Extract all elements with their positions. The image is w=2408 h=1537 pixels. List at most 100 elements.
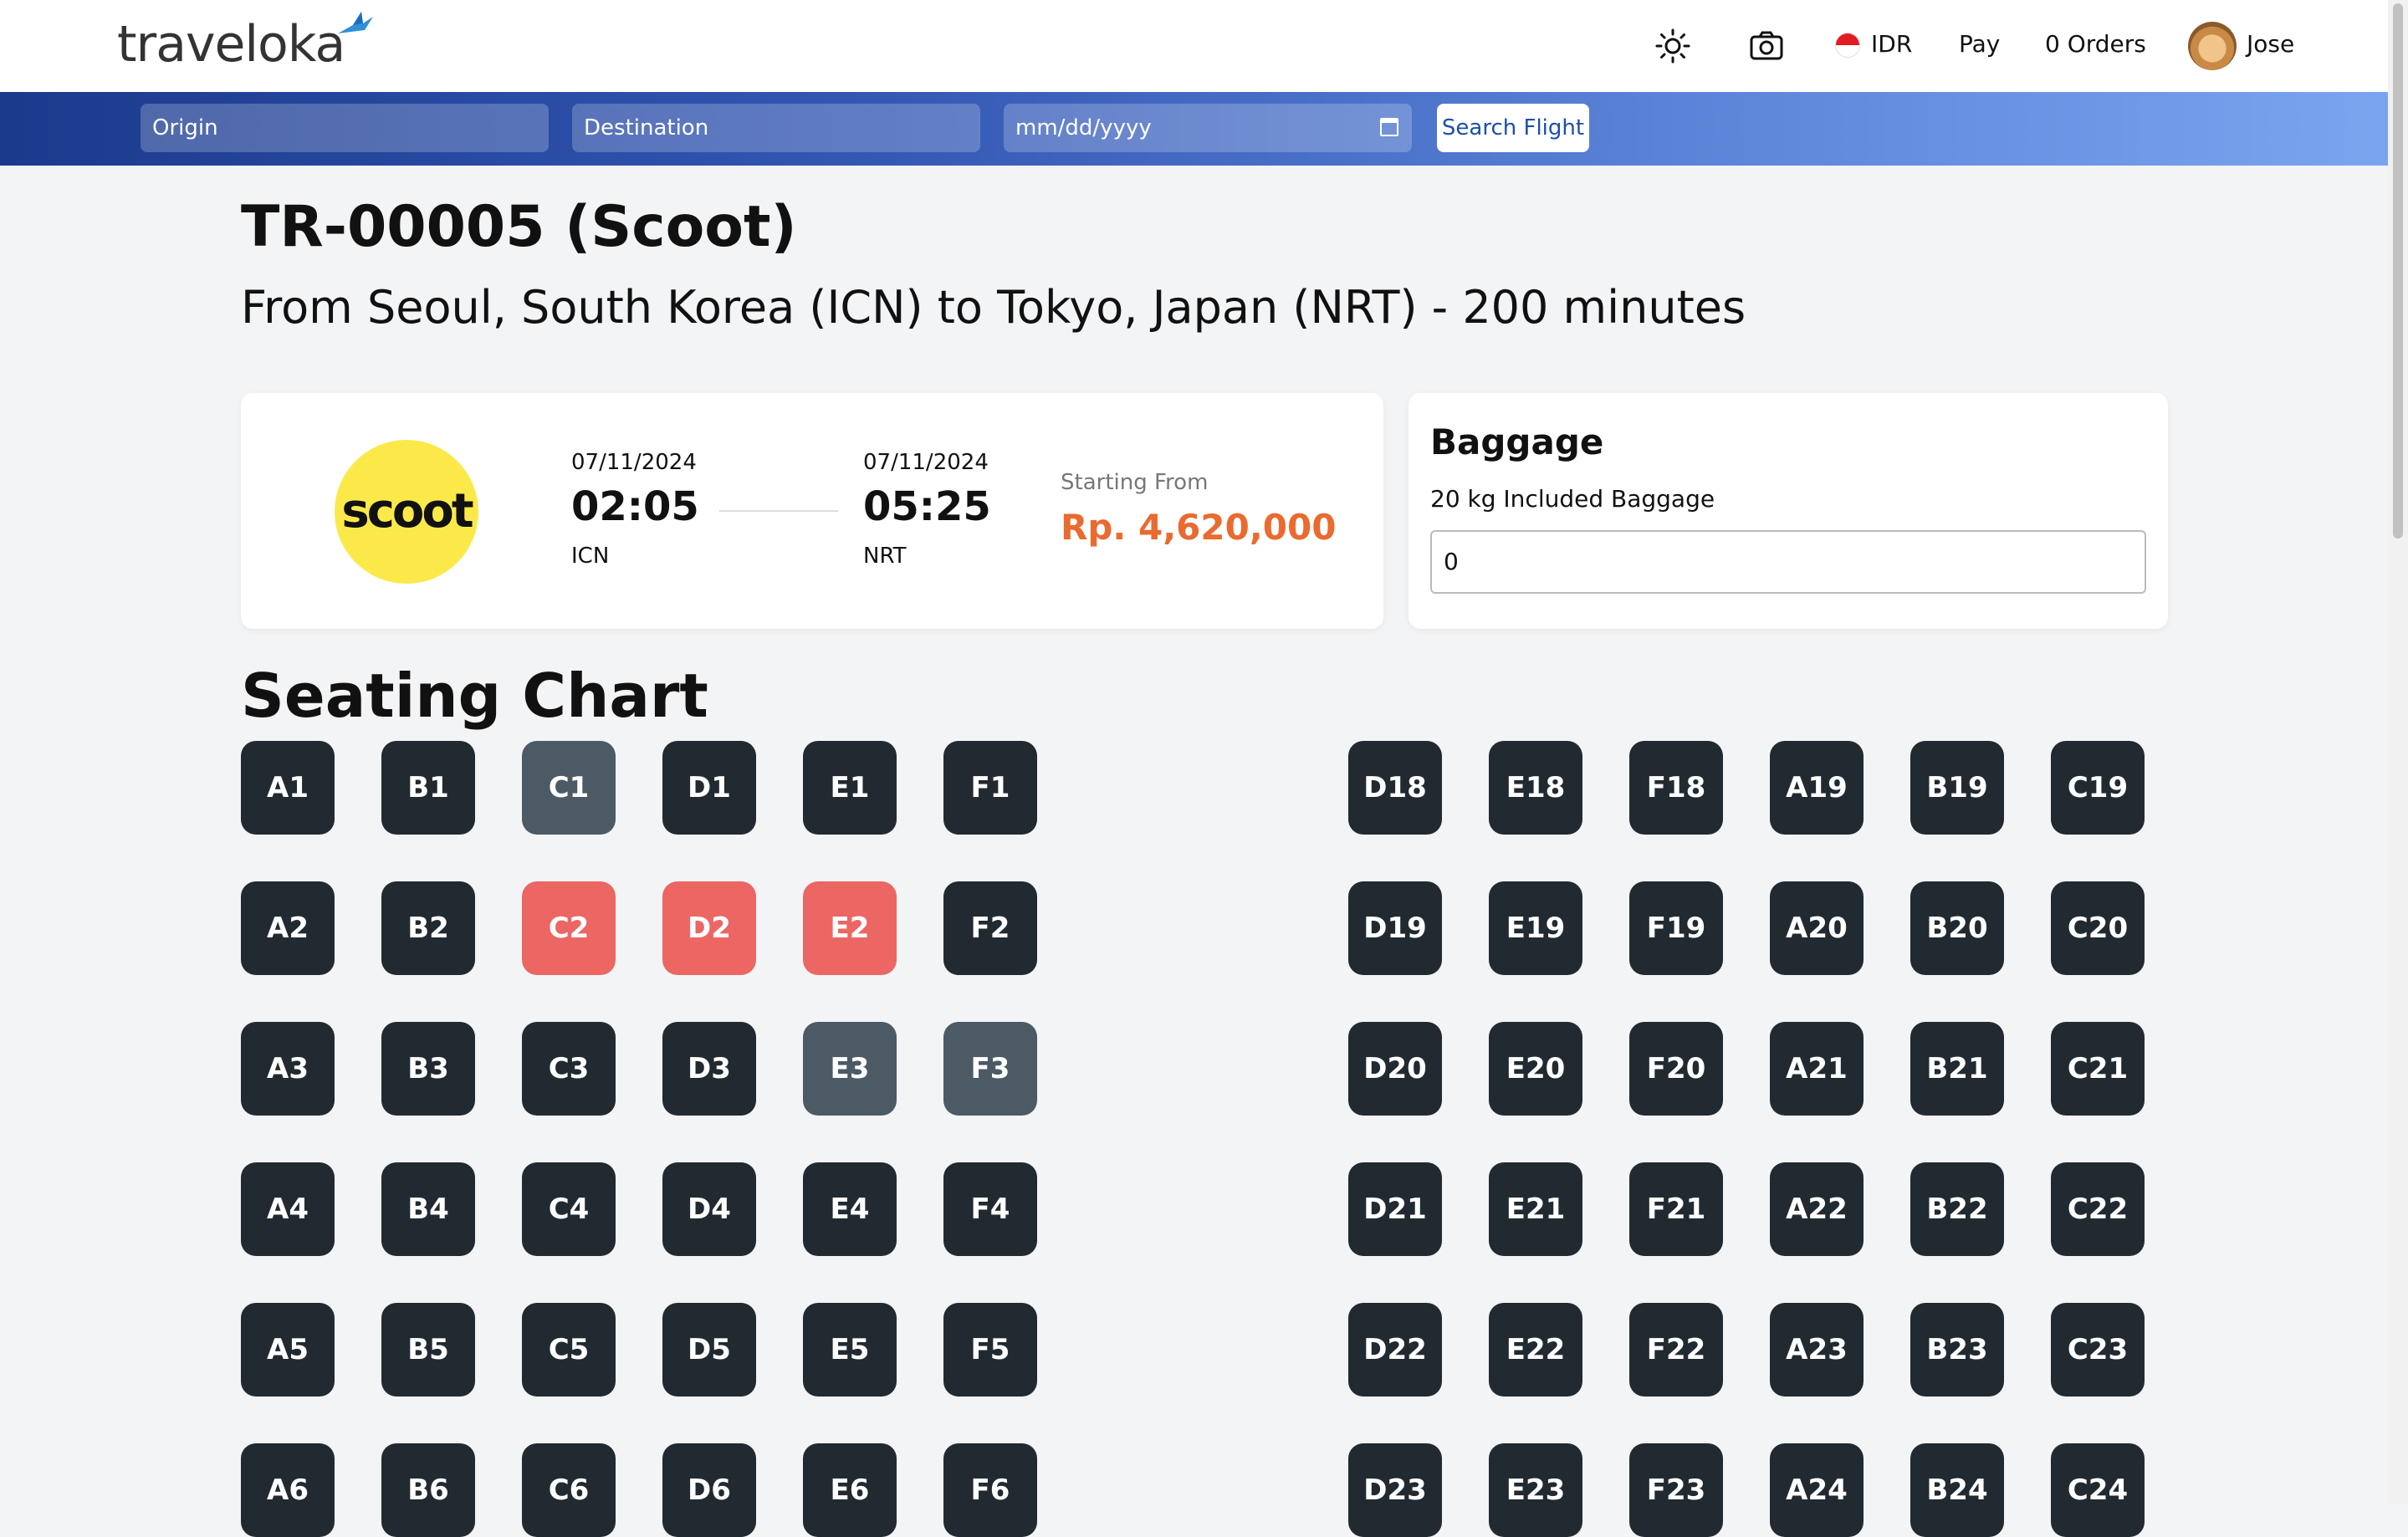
seat-c20[interactable]: C20 bbox=[2051, 881, 2145, 975]
sun-icon[interactable] bbox=[1654, 28, 1691, 64]
seat-f18[interactable]: F18 bbox=[1629, 741, 1723, 835]
seat-f1[interactable]: F1 bbox=[943, 741, 1037, 835]
seat-c2[interactable]: C2 bbox=[522, 881, 616, 975]
seat-e19[interactable]: E19 bbox=[1489, 881, 1582, 975]
seat-f19[interactable]: F19 bbox=[1629, 881, 1723, 975]
orders-link[interactable]: 0 Orders bbox=[2045, 30, 2146, 58]
pay-link[interactable]: Pay bbox=[1959, 30, 2000, 58]
seat-e21[interactable]: E21 bbox=[1489, 1162, 1582, 1256]
flight-route-subtitle: From Seoul, South Korea (ICN) to Tokyo, … bbox=[241, 281, 1746, 334]
camera-icon[interactable] bbox=[1748, 28, 1785, 64]
seat-b5[interactable]: B5 bbox=[381, 1303, 475, 1397]
seat-b2[interactable]: B2 bbox=[381, 881, 475, 975]
seat-b19[interactable]: B19 bbox=[1910, 741, 2004, 835]
seat-b4[interactable]: B4 bbox=[381, 1162, 475, 1256]
seat-d20[interactable]: D20 bbox=[1348, 1022, 1442, 1116]
search-flight-button[interactable]: Search Flight bbox=[1437, 104, 1589, 152]
seat-d23[interactable]: D23 bbox=[1348, 1443, 1442, 1537]
flight-search-bar: Origin Destination mm/dd/yyyy Search Fli… bbox=[0, 92, 2408, 166]
seat-e4[interactable]: E4 bbox=[803, 1162, 897, 1256]
seat-e2[interactable]: E2 bbox=[803, 881, 897, 975]
baggage-included-text: 20 kg Included Baggage bbox=[1430, 485, 1715, 513]
seat-b20[interactable]: B20 bbox=[1910, 881, 2004, 975]
seat-f6[interactable]: F6 bbox=[943, 1443, 1037, 1537]
top-navbar: traveloka IDR Pay 0 Orders Jose bbox=[0, 0, 2408, 92]
seat-e22[interactable]: E22 bbox=[1489, 1303, 1582, 1397]
seat-b22[interactable]: B22 bbox=[1910, 1162, 2004, 1256]
price-label: Starting From bbox=[1061, 470, 1209, 495]
seat-d21[interactable]: D21 bbox=[1348, 1162, 1442, 1256]
seat-a1[interactable]: A1 bbox=[241, 741, 335, 835]
seat-d1[interactable]: D1 bbox=[662, 741, 756, 835]
logo-text: traveloka bbox=[117, 15, 345, 74]
date-placeholder: mm/dd/yyyy bbox=[1015, 115, 1152, 140]
seat-e23[interactable]: E23 bbox=[1489, 1443, 1582, 1537]
baggage-quantity-input[interactable]: 0 bbox=[1430, 530, 2146, 594]
seat-c6[interactable]: C6 bbox=[522, 1443, 616, 1537]
seat-f20[interactable]: F20 bbox=[1629, 1022, 1723, 1116]
seat-c1[interactable]: C1 bbox=[522, 741, 616, 835]
arrival-time: 05:25 bbox=[863, 483, 991, 530]
seat-d4[interactable]: D4 bbox=[662, 1162, 756, 1256]
seat-d6[interactable]: D6 bbox=[662, 1443, 756, 1537]
seat-b3[interactable]: B3 bbox=[381, 1022, 475, 1116]
departure-date: 07/11/2024 bbox=[571, 450, 697, 475]
seat-b6[interactable]: B6 bbox=[381, 1443, 475, 1537]
seat-b23[interactable]: B23 bbox=[1910, 1303, 2004, 1397]
seat-c3[interactable]: C3 bbox=[522, 1022, 616, 1116]
indonesia-flag-icon[interactable] bbox=[1835, 33, 1860, 58]
baggage-title: Baggage bbox=[1430, 421, 1604, 462]
seat-d19[interactable]: D19 bbox=[1348, 881, 1442, 975]
seat-c24[interactable]: C24 bbox=[2051, 1443, 2145, 1537]
seat-a6[interactable]: A6 bbox=[241, 1443, 335, 1537]
seat-e5[interactable]: E5 bbox=[803, 1303, 897, 1397]
seat-a24[interactable]: A24 bbox=[1770, 1443, 1864, 1537]
seat-e3[interactable]: E3 bbox=[803, 1022, 897, 1116]
seat-a23[interactable]: A23 bbox=[1770, 1303, 1864, 1397]
calendar-icon[interactable] bbox=[1380, 118, 1398, 136]
seat-e18[interactable]: E18 bbox=[1489, 741, 1582, 835]
date-input[interactable]: mm/dd/yyyy bbox=[1004, 104, 1412, 152]
seat-c4[interactable]: C4 bbox=[522, 1162, 616, 1256]
seat-f21[interactable]: F21 bbox=[1629, 1162, 1723, 1256]
seat-a4[interactable]: A4 bbox=[241, 1162, 335, 1256]
seat-e1[interactable]: E1 bbox=[803, 741, 897, 835]
seat-a19[interactable]: A19 bbox=[1770, 741, 1864, 835]
destination-input[interactable]: Destination bbox=[572, 104, 980, 152]
seat-a22[interactable]: A22 bbox=[1770, 1162, 1864, 1256]
seat-f4[interactable]: F4 bbox=[943, 1162, 1037, 1256]
seat-c5[interactable]: C5 bbox=[522, 1303, 616, 1397]
seat-a3[interactable]: A3 bbox=[241, 1022, 335, 1116]
flight-title: TR-00005 (Scoot) bbox=[241, 194, 797, 260]
seat-b24[interactable]: B24 bbox=[1910, 1443, 2004, 1537]
seat-d18[interactable]: D18 bbox=[1348, 741, 1442, 835]
seat-e6[interactable]: E6 bbox=[803, 1443, 897, 1537]
seat-d5[interactable]: D5 bbox=[662, 1303, 756, 1397]
seat-b1[interactable]: B1 bbox=[381, 741, 475, 835]
seat-c23[interactable]: C23 bbox=[2051, 1303, 2145, 1397]
seat-b21[interactable]: B21 bbox=[1910, 1022, 2004, 1116]
seat-f23[interactable]: F23 bbox=[1629, 1443, 1723, 1537]
seat-d2[interactable]: D2 bbox=[662, 881, 756, 975]
seat-f3[interactable]: F3 bbox=[943, 1022, 1037, 1116]
seat-d22[interactable]: D22 bbox=[1348, 1303, 1442, 1397]
page-scrollbar[interactable] bbox=[2388, 0, 2408, 1504]
scrollbar-thumb[interactable] bbox=[2393, 3, 2403, 539]
seat-a20[interactable]: A20 bbox=[1770, 881, 1864, 975]
seat-a21[interactable]: A21 bbox=[1770, 1022, 1864, 1116]
seat-f22[interactable]: F22 bbox=[1629, 1303, 1723, 1397]
seat-a5[interactable]: A5 bbox=[241, 1303, 335, 1397]
seat-f5[interactable]: F5 bbox=[943, 1303, 1037, 1397]
origin-input[interactable]: Origin bbox=[141, 104, 549, 152]
seat-c21[interactable]: C21 bbox=[2051, 1022, 2145, 1116]
seat-c22[interactable]: C22 bbox=[2051, 1162, 2145, 1256]
currency-selector[interactable]: IDR bbox=[1871, 30, 1912, 58]
seat-f2[interactable]: F2 bbox=[943, 881, 1037, 975]
seat-a2[interactable]: A2 bbox=[241, 881, 335, 975]
departure-time: 02:05 bbox=[571, 483, 699, 530]
seat-c19[interactable]: C19 bbox=[2051, 741, 2145, 835]
user-avatar[interactable] bbox=[2188, 22, 2237, 70]
seat-d3[interactable]: D3 bbox=[662, 1022, 756, 1116]
seat-e20[interactable]: E20 bbox=[1489, 1022, 1582, 1116]
user-name[interactable]: Jose bbox=[2247, 30, 2294, 58]
